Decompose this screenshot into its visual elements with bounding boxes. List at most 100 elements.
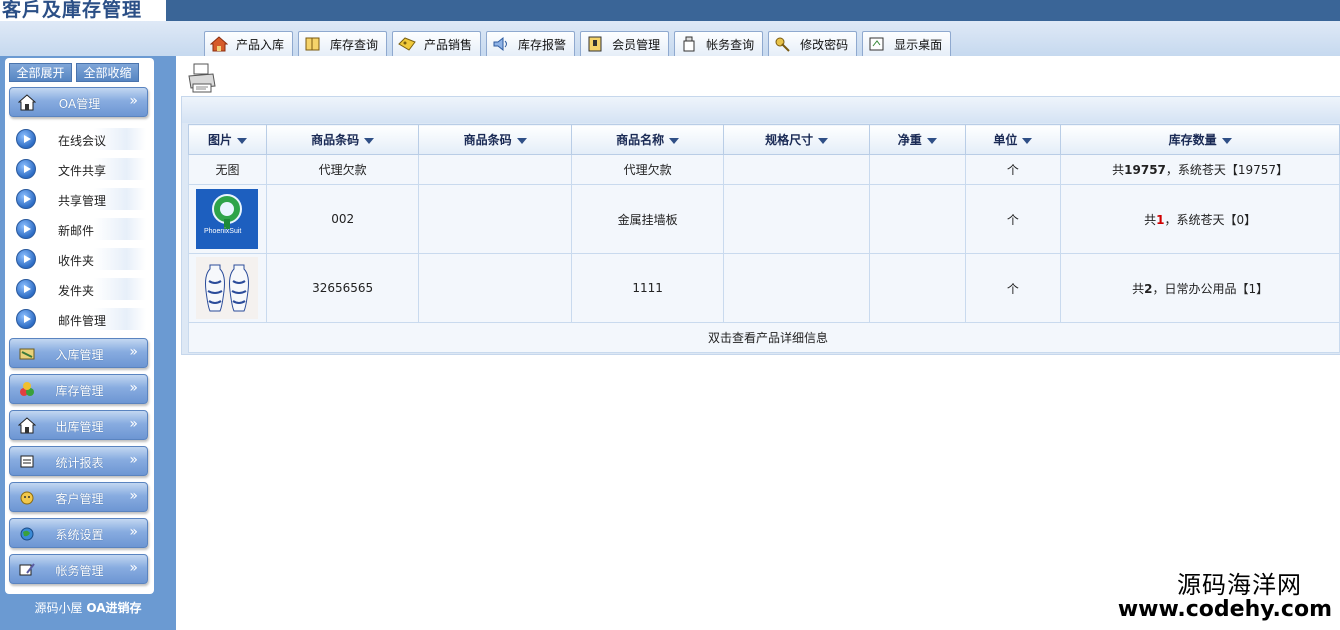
column-header-label: 图片 (207, 133, 232, 147)
chevron-right-icon: » (129, 488, 138, 504)
column-header-spec[interactable]: 规格尺寸 (723, 124, 870, 155)
product-thumbnail: PhoenixSuit (196, 189, 259, 249)
sort-arrow-icon (236, 137, 247, 144)
menu-group-label: 出库管理 (55, 420, 104, 434)
stock-suffix: ，系统苍天【0】 (1164, 212, 1257, 227)
column-header-label: 商品名称 (616, 133, 665, 147)
menu-group-label: 库存管理 (55, 384, 104, 398)
member-card-icon (586, 36, 604, 52)
play-icon (16, 219, 36, 239)
sidebar-footer: 源码小屋 OA进销存 (0, 599, 176, 616)
tab-label: 修改密码 (800, 37, 849, 52)
menu-group-report[interactable]: 统计报表 » (9, 446, 148, 476)
stock-count: 19757 (1124, 163, 1166, 177)
cell-unit: 个 (964, 253, 1062, 323)
sort-arrow-icon (516, 137, 527, 144)
book-icon (304, 36, 322, 52)
column-header-label: 商品条码 (311, 133, 360, 147)
tab-product-sales[interactable]: 产品销售 (392, 31, 482, 56)
chevron-right-icon: » (129, 452, 138, 468)
play-icon (16, 129, 36, 149)
column-header-label: 商品条码 (463, 133, 512, 147)
sort-arrow-icon (926, 137, 937, 144)
tab-label: 帐务查询 (706, 37, 755, 52)
table-row[interactable]: 32656565 1111 个 共2，日常办公用品【1】 (188, 253, 1340, 323)
tab-change-password[interactable]: 修改密码 (768, 31, 858, 56)
chevron-right-icon: » (129, 524, 138, 540)
expand-all-button[interactable]: 全部展开 (9, 63, 72, 82)
sidebar-item-label: 文件共享 (58, 164, 107, 178)
speaker-icon (492, 36, 510, 52)
menu-group-label: 系统设置 (55, 528, 104, 542)
menu-group-customer[interactable]: 客户管理 » (9, 482, 148, 512)
sidebar-item-outbox[interactable]: 发件夹 (16, 278, 146, 300)
tab-product-inbound[interactable]: 产品入库 (204, 31, 294, 56)
tab-label: 库存查询 (330, 37, 379, 52)
column-header-weight[interactable]: 净重 (868, 124, 966, 155)
grid-toolbar-strip (182, 97, 1340, 123)
sidebar-item-label: 收件夹 (58, 254, 95, 268)
tab-stock-query[interactable]: 库存查询 (298, 31, 388, 56)
sidebar-item-online-meeting[interactable]: 在线会议 (16, 128, 146, 150)
table-row[interactable]: 无图 代理欠款 代理欠款 个 共19757，系统苍天【19757】 (188, 154, 1340, 185)
sidebar-item-label: 新邮件 (58, 224, 95, 238)
tab-account-query[interactable]: 帐务查询 (674, 31, 764, 56)
footer-product: OA进销存 (86, 601, 142, 615)
menu-group-inbound[interactable]: 入库管理 » (9, 338, 148, 368)
cell-barcode: 代理欠款 (265, 154, 420, 185)
sidebar-item-new-mail[interactable]: 新邮件 (16, 218, 146, 240)
menu-group-stock[interactable]: 库存管理 » (9, 374, 148, 404)
cell-spec (723, 154, 870, 185)
cell-image (188, 253, 267, 323)
sidebar-item-mail-manage[interactable]: 邮件管理 (16, 308, 146, 330)
watermark: 源码海洋网 www.codehy.com (1118, 572, 1332, 622)
cell-barcode-2 (418, 184, 572, 254)
sort-arrow-icon (364, 137, 375, 144)
watermark-url: www.codehy.com (1117, 597, 1332, 622)
column-header-stock[interactable]: 库存数量 (1060, 124, 1340, 155)
play-icon (16, 309, 36, 329)
tab-member-manage[interactable]: 会员管理 (580, 31, 670, 56)
chevron-right-icon: » (129, 93, 138, 109)
menu-group-label: 客户管理 (55, 492, 104, 506)
column-header-barcode-2[interactable]: 商品条码 (418, 124, 572, 155)
menu-group-oa[interactable]: OA管理 » (9, 87, 148, 117)
column-header-label: 库存数量 (1168, 133, 1217, 147)
cell-image: 无图 (188, 154, 267, 185)
sidebar-item-file-share[interactable]: 文件共享 (16, 158, 146, 180)
stock-suffix: ，系统苍天【19757】 (1165, 163, 1289, 177)
tab-label: 产品销售 (424, 37, 473, 52)
printer-icon[interactable] (186, 62, 218, 94)
chevron-right-icon: » (129, 380, 138, 396)
column-header-label: 单位 (993, 133, 1018, 147)
chevron-right-icon: » (129, 416, 138, 432)
column-header-image[interactable]: 图片 (188, 124, 267, 155)
column-header-barcode[interactable]: 商品条码 (265, 124, 420, 155)
app-window: { "header": { "title": "客戶及庫存管理", "tabs"… (0, 0, 1340, 630)
menu-group-label: 统计报表 (55, 456, 104, 470)
menu-group-settings[interactable]: 系统设置 » (9, 518, 148, 548)
table-row[interactable]: PhoenixSuit 002 金属挂墙板 个 共1，系统苍天【0】 (188, 184, 1340, 254)
sidebar-item-inbox[interactable]: 收件夹 (16, 248, 146, 270)
cell-weight (868, 253, 966, 323)
sidebar-item-label: 发件夹 (58, 284, 95, 298)
tab-show-desktop[interactable]: 显示桌面 (862, 31, 952, 56)
sidebar-item-share-manage[interactable]: 共享管理 (16, 188, 146, 210)
menu-group-outbound[interactable]: 出库管理 » (9, 410, 148, 440)
tab-label: 库存报警 (518, 37, 567, 52)
hint-row: 双击查看产品详细信息 (188, 322, 1340, 353)
header-bar (166, 0, 1340, 21)
cell-barcode-2 (418, 253, 572, 323)
menu-group-accounts[interactable]: 帐务管理 » (9, 554, 148, 584)
key-icon (774, 36, 792, 52)
grid-hint: 双击查看产品详细信息 (188, 322, 1340, 353)
menu-group-label: OA管理 (58, 97, 101, 111)
menu-group-label: 入库管理 (55, 348, 104, 362)
column-header-name[interactable]: 商品名称 (570, 124, 725, 155)
column-header-unit[interactable]: 单位 (964, 124, 1062, 155)
cell-barcode: 002 (265, 184, 420, 254)
collapse-all-button[interactable]: 全部收缩 (76, 63, 139, 82)
tab-stock-alarm[interactable]: 库存报警 (486, 31, 576, 56)
footer-prefix: 源码小屋 (34, 601, 83, 615)
cell-name: 1111 (570, 253, 725, 323)
